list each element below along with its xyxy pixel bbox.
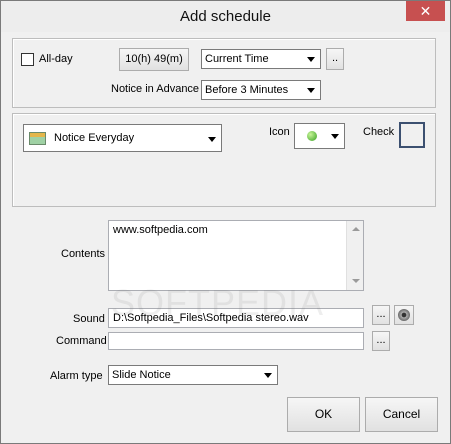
title-bar: Add schedule ✕ — [1, 1, 450, 32]
chevron-down-icon — [327, 128, 343, 144]
notice-label: Notice in Advance — [111, 83, 200, 95]
sound-label: Sound — [73, 313, 105, 325]
color-check-swatch[interactable] — [399, 122, 425, 148]
alarm-type-label: Alarm type — [50, 370, 103, 382]
chevron-down-icon — [303, 82, 319, 98]
command-browse-button[interactable]: ... — [372, 331, 390, 351]
command-input[interactable] — [108, 332, 364, 350]
chevron-down-icon — [303, 51, 319, 67]
allday-label: All-day — [39, 53, 73, 65]
close-button[interactable]: ✕ — [406, 1, 445, 21]
icon-label: Icon — [269, 126, 290, 138]
play-sound-button[interactable] — [394, 305, 414, 325]
time-mode-select[interactable]: Current Time — [201, 49, 321, 69]
time-button[interactable]: 10(h) 49(m) — [119, 48, 189, 71]
sound-path-input[interactable]: D:\Softpedia_Files\Softpedia stereo.wav — [108, 308, 364, 328]
contents-textarea[interactable]: www.softpedia.com — [108, 220, 364, 291]
green-dot-icon — [307, 131, 317, 141]
scroll-up-icon[interactable] — [352, 227, 360, 231]
speaker-icon — [398, 309, 410, 321]
repeat-value: Notice Everyday — [54, 132, 135, 144]
scroll-down-icon[interactable] — [352, 279, 360, 283]
alarm-type-select[interactable]: Slide Notice — [108, 365, 278, 385]
calendar-icon — [29, 132, 46, 145]
alarm-type-value: Slide Notice — [112, 369, 171, 381]
icon-select[interactable] — [294, 123, 345, 149]
sound-path-value: D:\Softpedia_Files\Softpedia stereo.wav — [113, 312, 309, 324]
repeat-select[interactable]: Notice Everyday — [23, 124, 222, 152]
contents-label: Contents — [61, 248, 106, 260]
close-icon: ✕ — [419, 3, 432, 19]
chevron-down-icon — [204, 131, 220, 145]
command-label: Command — [56, 335, 107, 347]
contents-text: www.softpedia.com — [113, 224, 208, 236]
time-mode-value: Current Time — [205, 53, 269, 65]
chevron-down-icon — [260, 367, 276, 383]
ok-button[interactable]: OK — [287, 397, 360, 432]
notice-select[interactable]: Before 3 Minutes — [201, 80, 321, 100]
check-label: Check — [363, 126, 395, 138]
add-schedule-dialog: Add schedule ✕ All-day 10(h) 49(m) Curre… — [0, 0, 451, 444]
allday-checkbox[interactable] — [21, 53, 34, 66]
sound-browse-button[interactable]: ... — [372, 305, 390, 325]
notice-value: Before 3 Minutes — [205, 84, 289, 96]
contents-scrollbar[interactable] — [346, 221, 363, 290]
time-browse-button[interactable]: .. — [326, 48, 344, 70]
dialog-title: Add schedule — [180, 8, 271, 25]
cancel-button[interactable]: Cancel — [365, 397, 438, 432]
